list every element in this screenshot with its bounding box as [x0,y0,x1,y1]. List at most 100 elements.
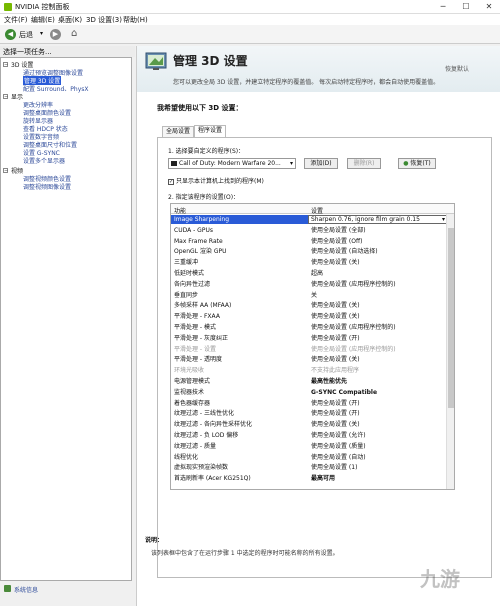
table-row[interactable]: 线程优化 使用全局设置 (自动) [171,453,448,462]
setting-value: 使用全局设置 (关) [311,421,360,429]
menu-edit[interactable]: 编辑(E) [31,15,55,25]
tab-global-settings[interactable]: 全局设置 [162,126,195,137]
table-row[interactable]: 垂直同步 关 [171,291,448,300]
back-arrow-icon[interactable]: ◀ [5,29,16,40]
tab-program-settings[interactable]: 程序设置 [194,125,227,137]
feature-name: 电源管理模式 [174,378,211,385]
home-icon[interactable]: ⌂ [71,28,83,40]
table-row[interactable]: 平滑处理 - 模式 使用全局设置 (应用程序控制的) [171,323,448,332]
task-pane-header: 选择一项任务... [0,46,135,57]
tree-cat-video[interactable]: 视频 [11,166,23,175]
tree-item-multi-display[interactable]: 设置多个显示器 [23,156,65,165]
setting-value: 使用全局设置 (全部) [311,226,366,234]
page-description: 您可以更改全局 3D 设置，并建立特定程序的覆盖值。 每次启动特定程序时，都会自… [173,79,440,86]
show-found-programs-checkbox[interactable]: ✓ 只显示本计算机上找到的程序(M) [168,176,264,185]
watermark-logo: 九游 [420,567,460,591]
step1-label: 1. 选择要自定义的程序(S)： [168,148,245,155]
table-row[interactable]: 平滑处理 - 灰度纠正 使用全局设置 (开) [171,334,448,343]
settings-heading: 我希望使用以下 3D 设置： [157,104,243,112]
table-row[interactable]: 多帧采样 AA (MFAA) 使用全局设置 (关) [171,301,448,310]
menu-3d-settings[interactable]: 3D 设置(3) [86,15,122,25]
collapse-icon[interactable]: − [3,62,8,68]
menu-desktop[interactable]: 桌面(K) [58,15,82,25]
feature-name: Image Sharpening [174,216,230,223]
table-row[interactable]: 电源管理模式 最高性能优先 [171,377,448,386]
program-select[interactable]: Call of Duty: Modern Warfare 20... ▾ [168,158,296,169]
toolbar: ◀ 后退 ▾ ▶ ⌂ [0,25,500,44]
task-tree: − 3D 设置 通过预览调整图像设置 管理 3D 设置 配置 Surround、… [0,57,132,581]
table-row[interactable]: 着色器缓存器 使用全局设置 (开) [171,399,448,408]
column-header-setting: 设置 [311,208,324,215]
table-row[interactable]: 平滑处理 - 透明度 使用全局设置 (关) [171,355,448,364]
feature-name: 平滑处理 - 设置 [174,345,216,353]
table-row[interactable]: 各向异性过滤 使用全局设置 (应用程序控制的) [171,280,448,289]
back-button-label[interactable]: 后退 [19,30,33,40]
feature-name: 各向异性过滤 [174,280,211,288]
title-bar: NVIDIA 控制面板 ─ ☐ ✕ [0,0,500,14]
system-info-icon[interactable] [4,585,11,592]
maximize-icon[interactable]: ☐ [455,0,477,14]
table-row[interactable]: 纹理过滤 - 三线性优化 使用全局设置 (开) [171,409,448,418]
setting-dropdown[interactable]: Sharpen 0.76, ignore film grain 0.15 ▾ [308,215,448,224]
menu-help[interactable]: 帮助(H) [123,15,148,25]
table-row[interactable]: 三重缓冲 使用全局设置 (关) [171,258,448,267]
table-row[interactable]: 环境光吸收 不支持此应用程序 [171,366,448,375]
restore-defaults-link[interactable]: 恢复默认 [445,64,469,73]
feature-name: 纹理过滤 - 负 LOD 偏移 [174,432,239,439]
feature-name: OpenGL 渲染 GPU [174,248,227,256]
table-row[interactable]: 纹理过滤 - 各向异性采样优化 使用全局设置 (关) [171,420,448,429]
restore-button-label: 恢复(T) [410,160,431,167]
restore-button[interactable]: ● 恢复(T) [398,158,436,169]
3d-settings-icon [145,52,167,70]
system-info-link[interactable]: 系统信息 [14,585,38,594]
close-icon[interactable]: ✕ [478,0,500,14]
table-row[interactable]: 平滑处理 - 设置 使用全局设置 (应用程序控制的) [171,345,448,354]
collapse-icon[interactable]: − [3,168,8,174]
table-row[interactable]: Max Frame Rate 使用全局设置 (Off) [171,237,448,246]
feature-name: 纹理过滤 - 质量 [174,442,216,450]
feature-name: 着色器缓存器 [174,399,211,407]
tree-item-surround[interactable]: 配置 Surround、PhysX [23,84,89,93]
setting-value: 使用全局设置 (关) [311,302,360,310]
setting-value: 使用全局设置 (Off) [311,237,363,245]
table-row[interactable]: 虚拟现实预渲染帧数 使用全局设置 (1) [171,463,448,472]
restore-icon: ● [403,160,409,167]
table-scrollbar[interactable] [446,214,454,489]
minimize-icon[interactable]: ─ [432,0,454,14]
table-row[interactable]: 低延时模式 超高 [171,269,448,278]
feature-name: 首选刷新率 (Acer KG251Q) [174,475,251,483]
table-row[interactable]: CUDA - GPUs 使用全局设置 (全部) [171,226,448,235]
scrollbar-thumb[interactable] [448,228,454,408]
setting-value: 使用全局设置 (应用程序控制的) [311,345,396,353]
chevron-down-icon: ▾ [441,216,445,223]
description-text: 该列表框中包含了在运行步骤 1 中选定的程序时可能名称的所有设置。 [151,550,339,557]
main-pane: 管理 3D 设置 恢复默认 您可以更改全局 3D 设置，并建立特定程序的覆盖值。… [136,46,500,606]
table-row[interactable]: OpenGL 渲染 GPU 使用全局设置 (自动选择) [171,247,448,256]
feature-name: CUDA - GPUs [174,226,213,234]
tree-item-video-image[interactable]: 调整视频图像设置 [23,182,71,191]
nvidia-icon [4,3,12,11]
setting-value: 使用全局设置 (开) [311,399,360,407]
feature-name: 平滑处理 - 透明度 [174,356,222,364]
program-settings-panel: 1. 选择要自定义的程序(S)： Call of Duty: Modern Wa… [157,137,492,578]
feature-name: 平滑处理 - 灰度纠正 [174,334,228,342]
table-row[interactable]: 监视器技术 G-SYNC Compatible [171,388,448,397]
table-row[interactable]: 首选刷新率 (Acer KG251Q) 最高可用 [171,474,448,483]
forward-arrow-icon[interactable]: ▶ [50,29,61,40]
setting-dropdown-value: Sharpen 0.76, ignore film grain 0.15 [311,216,420,223]
tree-cat-display[interactable]: 显示 [11,92,23,101]
feature-settings-table: 功能 设置 Image Sharpening Sharpen 0.76, igno… [170,203,455,490]
table-row[interactable]: Image Sharpening Sharpen 0.76, ignore fil… [171,215,448,224]
table-row[interactable]: 纹理过滤 - 负 LOD 偏移 使用全局设置 (允许) [171,431,448,440]
add-button[interactable]: 添加(D) [304,158,338,169]
collapse-icon[interactable]: − [3,94,8,100]
setting-value: 使用全局设置 (应用程序控制的) [311,280,396,288]
table-row[interactable]: 纹理过滤 - 质量 使用全局设置 (质量) [171,442,448,451]
feature-name: 虚拟现实预渲染帧数 [174,464,229,472]
back-dropdown-icon[interactable]: ▾ [40,30,43,37]
setting-value: 最高可用 [311,475,336,483]
remove-button[interactable]: 删除(R) [347,158,381,169]
menu-file[interactable]: 文件(F) [4,15,28,25]
feature-name: 线程优化 [174,453,199,461]
table-row[interactable]: 平滑处理 - FXAA 使用全局设置 (关) [171,312,448,321]
